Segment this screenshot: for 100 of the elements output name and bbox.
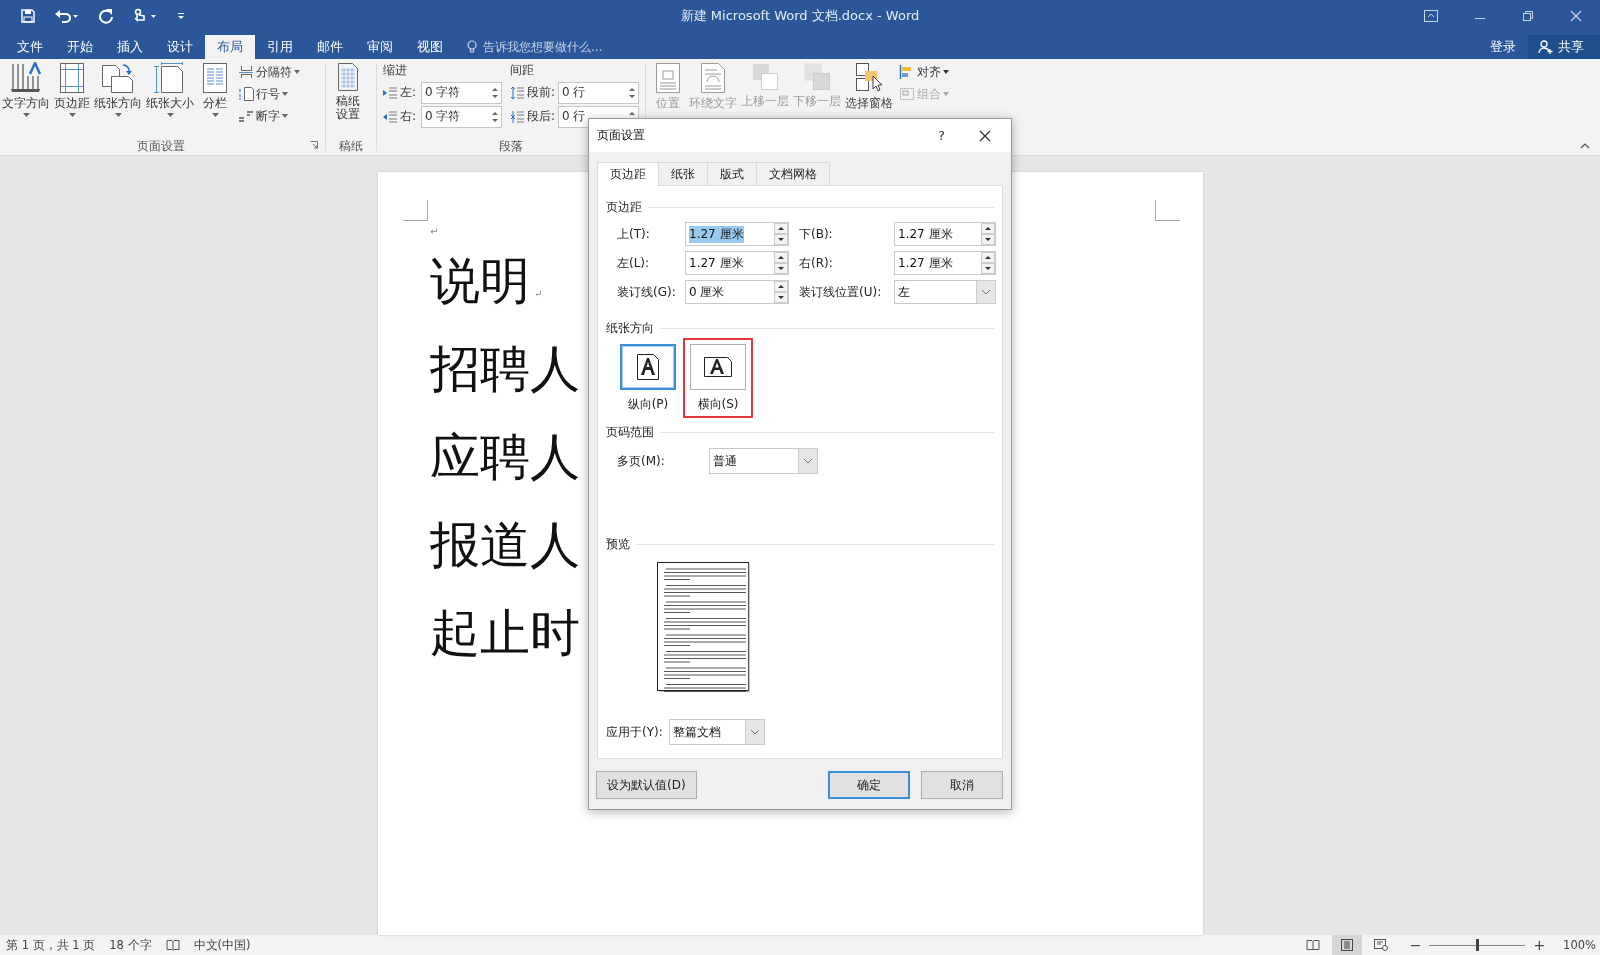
ribbon-button[interactable]: 页边距 — [52, 62, 92, 117]
field-label: 段前: — [527, 84, 556, 101]
ribbon-display-icon[interactable] — [1424, 10, 1438, 22]
portrait-page-icon — [636, 353, 660, 381]
dialog-tab[interactable]: 文档网格 — [756, 162, 830, 185]
chevron-down-icon[interactable] — [749, 729, 760, 735]
zoom-in-button[interactable]: + — [1533, 937, 1546, 953]
spin-field[interactable]: 1.27 厘米 — [894, 222, 996, 246]
spin-field[interactable]: 0 字符 — [421, 81, 502, 104]
document-text: 招聘人 — [430, 338, 580, 400]
language-status[interactable]: 中文(中国) — [193, 937, 251, 953]
ribbon-button[interactable]: 分栏 — [196, 62, 234, 117]
touch-mode-icon[interactable] — [132, 8, 158, 24]
spin-field[interactable]: 0 厘米 — [685, 280, 789, 304]
chevron-down-icon[interactable] — [803, 458, 813, 464]
launcher-icon[interactable] — [310, 141, 318, 149]
ribbon-tab[interactable]: 布局 — [205, 35, 255, 59]
field-value: 左 — [898, 283, 910, 301]
chevron-down-icon[interactable] — [981, 289, 991, 295]
document-text: 说明 — [430, 250, 530, 312]
line-spacing-icon — [510, 85, 524, 100]
spin-down-icon[interactable] — [774, 292, 788, 303]
ribbon-tab[interactable]: 插入 — [105, 35, 155, 59]
share-button[interactable]: 共享 — [1528, 35, 1600, 59]
zoom-level[interactable]: 100% — [1563, 938, 1596, 952]
book-icon[interactable] — [165, 939, 180, 951]
section-label: 预览 — [606, 535, 630, 553]
spin-down-icon[interactable] — [774, 263, 788, 274]
ribbon-button[interactable]: 纸张方向 — [92, 62, 144, 117]
ribbon-button[interactable]: 稿纸 设置 — [329, 62, 367, 121]
orientation-option[interactable]: 横向(S) — [683, 338, 753, 418]
crop-mark-icon — [1155, 200, 1180, 221]
ribbon-tab[interactable]: 设计 — [155, 35, 205, 59]
help-button[interactable]: ? — [938, 128, 945, 143]
close-icon[interactable] — [979, 129, 991, 142]
save-icon[interactable] — [20, 8, 36, 24]
orientation-option[interactable]: 纵向(P) — [613, 338, 683, 418]
field-value: 1.27 厘米 — [689, 225, 744, 243]
spin-down-icon[interactable] — [774, 234, 788, 245]
ribbon-button[interactable]: 选择窗格 — [843, 62, 895, 110]
ribbon-button[interactable]: 纸张大小 — [144, 62, 196, 117]
field-value: 1.27 厘米 — [689, 254, 744, 272]
ribbon-button[interactable]: 对齐 — [899, 62, 949, 82]
dropdown[interactable]: 普通 — [709, 448, 818, 474]
dialog-button[interactable]: 设为默认值(D) — [596, 771, 697, 799]
spin-down-icon[interactable] — [981, 234, 995, 245]
sign-in-link[interactable]: 登录 — [1478, 35, 1528, 59]
spin-arrows-icon[interactable] — [492, 109, 498, 124]
paragraph-mark: ↵ — [534, 288, 543, 299]
dropdown[interactable]: 整篇文档 — [668, 719, 765, 745]
ribbon-button[interactable]: 分隔符 — [238, 62, 300, 82]
spin-up-icon[interactable] — [774, 252, 788, 263]
ribbon-button[interactable]: 行号 — [238, 84, 300, 104]
field-value: 1.27 厘米 — [898, 225, 953, 243]
dialog-button[interactable]: 确定 — [828, 771, 910, 799]
view-button[interactable] — [1331, 935, 1362, 955]
redo-icon[interactable] — [98, 8, 114, 24]
spin-field[interactable]: 0 行 — [558, 81, 640, 104]
spin-field[interactable]: 1.27 厘米 — [685, 222, 789, 246]
spin-down-icon[interactable] — [981, 263, 995, 274]
ribbon-button[interactable]: 文字方向 — [0, 62, 52, 117]
zoom-out-button[interactable]: − — [1409, 937, 1422, 953]
field-label: 左: — [400, 84, 418, 101]
spin-field[interactable]: 1.27 厘米 — [685, 251, 789, 275]
field-value: 1.27 厘米 — [898, 254, 953, 272]
dialog-tab[interactable]: 页边距 — [597, 162, 659, 186]
dropdown[interactable]: 左 — [894, 280, 996, 304]
ribbon-tab[interactable]: 邮件 — [305, 35, 355, 59]
field-label: 上(T): — [617, 225, 651, 243]
page-break-icon — [238, 65, 254, 79]
slider-thumb[interactable] — [1476, 939, 1480, 951]
spin-field[interactable]: 0 字符 — [421, 105, 502, 128]
line-numbers-icon — [238, 87, 254, 101]
field-label: 装订线(G): — [617, 283, 677, 301]
collapse-ribbon-icon[interactable] — [1580, 143, 1590, 149]
dialog-button[interactable]: 取消 — [921, 771, 1003, 799]
restore-icon[interactable] — [1522, 10, 1534, 22]
spin-field[interactable]: 1.27 厘米 — [894, 251, 996, 275]
field-value: 整篇文档 — [671, 723, 722, 741]
indent-icon — [383, 110, 397, 123]
ribbon-tab[interactable]: 引用 — [255, 35, 305, 59]
ribbon-tab[interactable]: 开始 — [55, 35, 105, 59]
word-count[interactable]: 18 个字 — [109, 937, 152, 953]
ribbon-tab[interactable]: 文件 — [5, 35, 55, 59]
page-count[interactable]: 第 1 页，共 1 页 — [6, 937, 96, 953]
spin-up-icon[interactable] — [774, 223, 788, 234]
caret-icon — [943, 92, 949, 96]
ribbon-tab[interactable]: 视图 — [405, 35, 455, 59]
ribbon-button[interactable]: 断字 — [238, 106, 300, 126]
spin-up-icon[interactable] — [774, 281, 788, 292]
section-label: 页边距 — [606, 198, 642, 216]
person-add-icon — [1538, 40, 1554, 54]
spin-arrows-icon[interactable] — [629, 85, 636, 100]
tell-me-field[interactable]: 告诉我您想要做什么... — [467, 35, 645, 59]
ribbon-tab[interactable]: 审阅 — [355, 35, 405, 59]
group-label: 稿纸 — [339, 137, 363, 155]
spin-up-icon[interactable] — [981, 223, 995, 234]
spin-up-icon[interactable] — [981, 252, 995, 263]
spin-arrows-icon[interactable] — [492, 85, 498, 100]
undo-icon[interactable] — [54, 8, 80, 24]
